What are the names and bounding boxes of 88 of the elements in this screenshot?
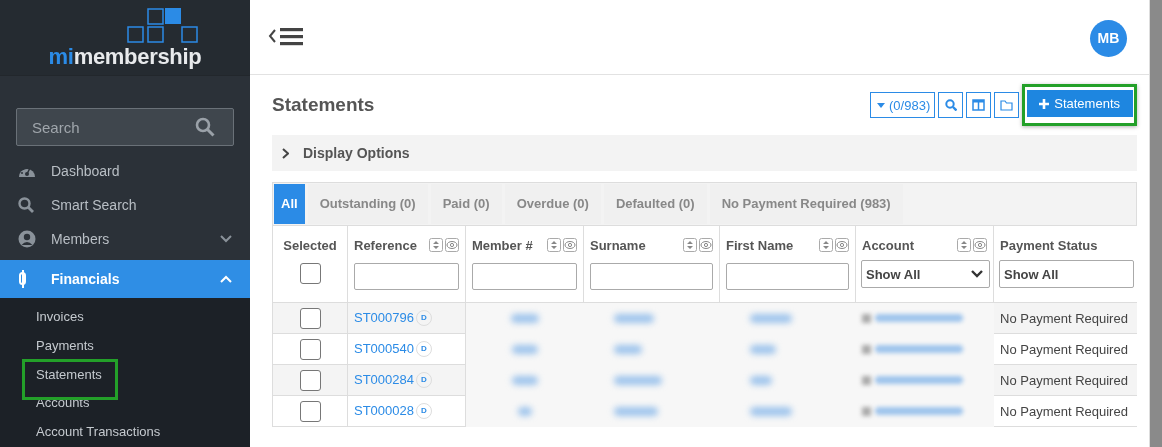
row-checkbox[interactable] xyxy=(299,400,321,422)
visibility-icon xyxy=(835,238,849,252)
reference-link[interactable]: ST000796 xyxy=(354,310,414,326)
blurred-text xyxy=(750,313,792,323)
payment-status: No Payment Required xyxy=(1000,310,1128,326)
logo: mimembership xyxy=(48,6,202,69)
blurred-text xyxy=(614,313,654,323)
sort-icon xyxy=(819,238,833,252)
row-checkbox[interactable] xyxy=(299,307,321,329)
search-button[interactable] xyxy=(938,92,964,118)
nav-subitem[interactable]: Statements xyxy=(25,362,115,388)
blurred-text xyxy=(511,344,538,354)
filter-field[interactable] xyxy=(726,263,849,290)
chevron-down-icon xyxy=(971,270,983,278)
filter-count-button[interactable]: (0/983) xyxy=(870,92,936,118)
user-icon xyxy=(18,230,36,248)
scrollbar[interactable] xyxy=(1149,0,1162,447)
blurred-text xyxy=(614,344,642,354)
blurred-text xyxy=(750,375,772,385)
columns-icon xyxy=(972,99,986,111)
columns-button[interactable] xyxy=(966,92,992,118)
column-header: Selected xyxy=(283,237,337,253)
filter-field[interactable] xyxy=(354,263,459,290)
search-icon xyxy=(944,99,957,111)
row-checkbox[interactable] xyxy=(299,369,321,391)
column-header: Payment Status xyxy=(1000,237,1098,253)
column-header: Account xyxy=(862,237,914,253)
nav-subitem[interactable]: Payments xyxy=(0,331,250,360)
nav-item[interactable]: Dashboard xyxy=(0,154,250,188)
search-icon xyxy=(18,197,34,213)
menu-collapse-icon xyxy=(268,26,304,48)
add-statement-button[interactable]: Statements xyxy=(1027,90,1133,117)
chevron-icon xyxy=(220,235,232,243)
search-field[interactable]: Search xyxy=(16,108,234,146)
chevron-icon xyxy=(282,147,289,159)
nav-subitem[interactable]: Invoices xyxy=(0,302,250,331)
sort-icon xyxy=(429,238,443,252)
logo-squares-icon xyxy=(127,8,200,44)
visibility-icon xyxy=(563,238,577,252)
avatar[interactable]: MB xyxy=(1090,19,1127,57)
blurred-text xyxy=(510,313,539,323)
nav-item[interactable]: Members xyxy=(0,222,250,256)
column-tools[interactable] xyxy=(957,238,987,252)
reference-link[interactable]: ST000028 xyxy=(354,403,414,419)
tab[interactable]: All xyxy=(274,184,305,224)
filter-field[interactable] xyxy=(590,263,713,290)
row-checkbox[interactable] xyxy=(299,338,321,360)
filter-dropdown[interactable]: Show All xyxy=(861,260,990,288)
column-header: First Name xyxy=(726,237,794,253)
visibility-icon xyxy=(973,238,987,252)
sort-icon xyxy=(547,238,561,252)
column-header: Member # xyxy=(472,237,533,253)
column-tools[interactable] xyxy=(547,238,577,252)
blurred-text xyxy=(750,406,792,416)
page-title: Statements xyxy=(272,94,375,116)
folder-icon xyxy=(1000,99,1014,111)
payment-status: No Payment Required xyxy=(1000,372,1128,388)
visibility-icon xyxy=(699,238,713,252)
folder-button[interactable] xyxy=(994,92,1020,118)
select-all-checkbox[interactable] xyxy=(299,263,321,284)
column-tools[interactable] xyxy=(683,238,713,252)
chevron-icon xyxy=(220,275,232,283)
visibility-icon xyxy=(445,238,459,252)
search-icon xyxy=(195,117,215,137)
plus-icon xyxy=(1039,98,1050,109)
filter-field[interactable] xyxy=(472,263,577,290)
column-header: Reference xyxy=(354,237,417,253)
column-tools[interactable] xyxy=(429,238,459,252)
nav-item[interactable]: Smart Search xyxy=(0,188,250,222)
sort-icon xyxy=(683,238,697,252)
nav-subitem[interactable]: Account Transactions xyxy=(0,417,250,446)
blurred-text xyxy=(750,344,776,354)
payment-status: No Payment Required xyxy=(1000,403,1128,419)
payment-status: No Payment Required xyxy=(1000,341,1128,357)
nav-item[interactable]: Financials xyxy=(0,260,250,298)
caret-icon xyxy=(877,102,886,108)
blurred-text xyxy=(517,406,532,416)
filter-dropdown[interactable]: Show All xyxy=(999,260,1134,288)
nav-subitem[interactable]: Accounts xyxy=(0,388,250,417)
column-header: Surname xyxy=(590,237,646,253)
blurred-text xyxy=(511,375,538,385)
column-tools[interactable] xyxy=(819,238,849,252)
display-options-bar[interactable]: Display Options xyxy=(272,135,1137,171)
sort-icon xyxy=(957,238,971,252)
blurred-text xyxy=(614,406,658,416)
blurred-text xyxy=(614,375,662,385)
reference-link[interactable]: ST000540 xyxy=(354,341,414,357)
reference-link[interactable]: ST000284 xyxy=(354,372,414,388)
